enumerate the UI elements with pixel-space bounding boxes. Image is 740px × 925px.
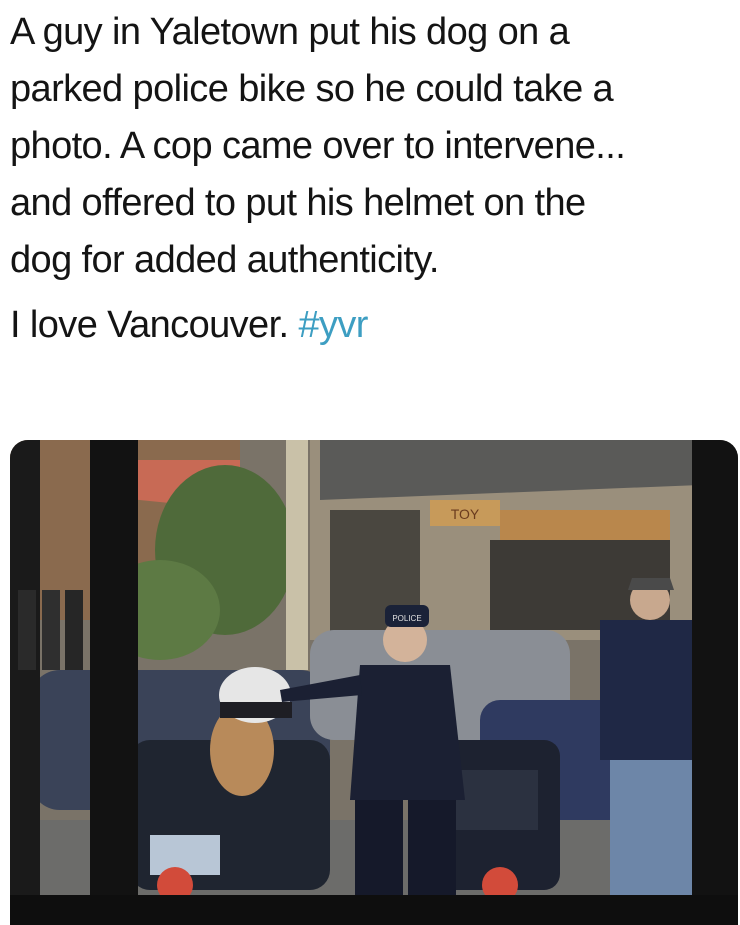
officer-jacket bbox=[350, 665, 465, 800]
officer-leg-left bbox=[355, 800, 403, 900]
tweet-line-5: dog for added authenticity. bbox=[10, 239, 439, 281]
man-cap bbox=[628, 578, 674, 590]
tweet-text: A guy in Yaletown put his dog on a parke… bbox=[10, 4, 734, 354]
helmet-visor bbox=[220, 702, 292, 718]
window-frame-right bbox=[692, 440, 738, 925]
hashtag-link[interactable]: #yvr bbox=[298, 304, 368, 346]
closing-text: I love Vancouver. bbox=[10, 304, 299, 346]
tweet-line-1: A guy in Yaletown put his dog on a bbox=[10, 11, 570, 53]
license-plate bbox=[150, 835, 220, 875]
tweet-line-3: photo. A cop came over to intervene... bbox=[10, 125, 626, 167]
shop-awning bbox=[500, 510, 670, 540]
window-sill bbox=[10, 895, 738, 925]
tweet-photo[interactable]: TOY POLICE bbox=[10, 440, 738, 925]
street-pole bbox=[286, 440, 308, 670]
bottle-2 bbox=[42, 590, 60, 670]
bottle-3 bbox=[65, 590, 83, 670]
photo-illustration: TOY POLICE bbox=[10, 440, 738, 925]
shop-sign-text: TOY bbox=[451, 506, 480, 522]
window-frame-edge bbox=[10, 440, 40, 925]
bottle-1 bbox=[18, 590, 36, 670]
tweet-line-4: and offered to put his helmet on the bbox=[10, 182, 586, 224]
window-frame-left bbox=[90, 440, 138, 925]
man-jeans bbox=[610, 760, 700, 895]
tweet-closing-line: I love Vancouver. #yvr bbox=[10, 297, 734, 354]
officer-cap-label: POLICE bbox=[392, 614, 421, 623]
officer-leg-right bbox=[408, 800, 456, 900]
tweet-line-2: parked police bike so he could take a bbox=[10, 68, 614, 110]
